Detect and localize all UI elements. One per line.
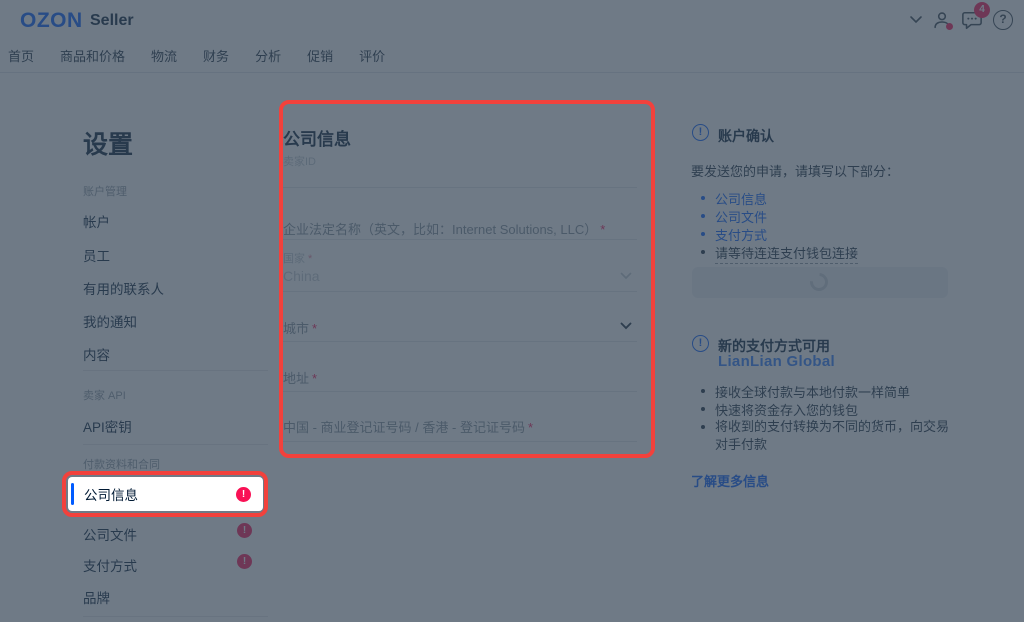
annotation-box-sidebar-item [62, 471, 268, 517]
annotation-box-company-info-form [279, 100, 655, 458]
ozon-seller-settings-page: OZON Seller 4 ? 首页 商品和价格 物流 财务 分析 促销 评价 … [0, 0, 1024, 622]
